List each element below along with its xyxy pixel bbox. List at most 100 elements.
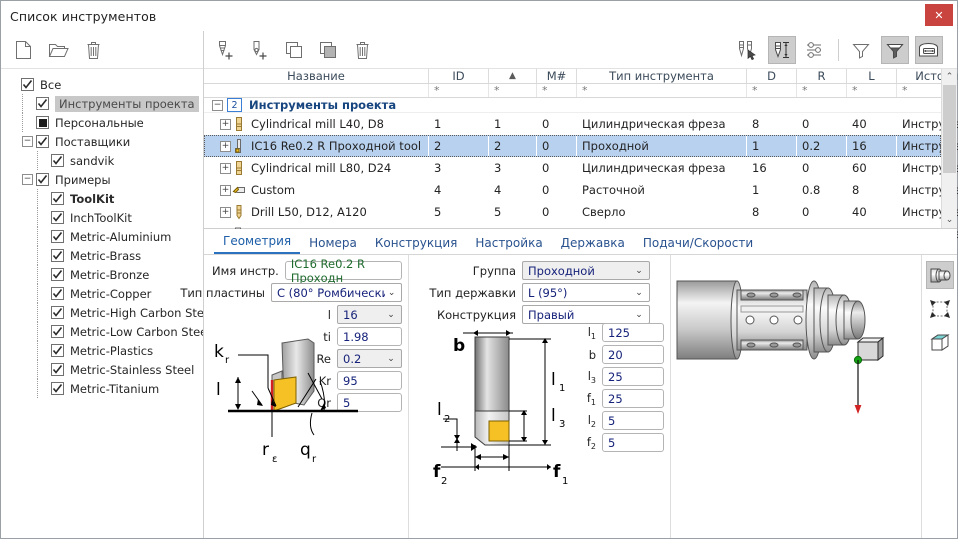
filter-cell-mnum[interactable]: * — [537, 84, 577, 97]
tree-checkbox[interactable] — [51, 306, 64, 319]
tree-checkbox[interactable] — [21, 78, 34, 91]
tree-checkbox[interactable] — [51, 287, 64, 300]
tree-item-metric-bronze[interactable]: Metric-Bronze — [7, 265, 203, 284]
tree-item-[interactable]: Инструменты проекта — [7, 94, 203, 113]
tab-настройка[interactable]: Настройка — [466, 236, 551, 254]
filter-cell-id[interactable]: * — [429, 84, 489, 97]
tree-expander[interactable]: − — [22, 136, 33, 147]
grid-vertical-scrollbar[interactable]: ⌃ ⌄ — [941, 69, 957, 228]
tree-item-metric-high-carbon-steel[interactable]: Metric-High Carbon Steel — [7, 303, 203, 322]
column-header-r[interactable]: R — [797, 69, 847, 83]
tree-checkbox[interactable] — [36, 135, 49, 148]
column-header-type[interactable]: Тип инструмента — [577, 69, 747, 83]
tree-item-sandvik[interactable]: sandvik — [7, 151, 203, 170]
l2-input[interactable]: 5 — [602, 411, 664, 430]
filter-cell-name[interactable] — [204, 84, 429, 97]
row-expander[interactable]: + — [220, 163, 231, 174]
insert-type-select[interactable]: C (80° Ромбический ⌄ — [271, 283, 402, 302]
table-row[interactable]: +Custom440Расточной10.88Инструмент… — [204, 179, 941, 201]
tree-checkbox[interactable] — [51, 154, 64, 167]
table-row[interactable]: +Cylindrical mill L80, D24330Цилиндричес… — [204, 157, 941, 179]
tree-checkbox[interactable] — [51, 192, 64, 205]
close-button[interactable]: ✕ — [925, 4, 953, 26]
tree-item-metric-low-carbon-steel[interactable]: Metric-Low Carbon Steel — [7, 322, 203, 341]
tool-3d-preview[interactable] — [671, 255, 921, 538]
filter-cell-d[interactable]: * — [747, 84, 797, 97]
tree-checkbox[interactable] — [36, 173, 49, 186]
f2-input[interactable]: 5 — [602, 433, 664, 452]
row-expander[interactable]: + — [220, 207, 231, 218]
tab-державка[interactable]: Державка — [552, 236, 634, 254]
filter-empty-icon[interactable] — [847, 36, 875, 64]
tree-item-[interactable]: Все — [7, 75, 203, 94]
tree-item-[interactable]: −Примеры — [7, 170, 203, 189]
add-turn-tool-icon[interactable] — [246, 36, 274, 64]
f1-input[interactable]: 25 — [602, 389, 664, 408]
tab-номера[interactable]: Номера — [300, 236, 366, 254]
group-select[interactable]: Проходной ⌄ — [522, 261, 650, 280]
row-expander[interactable]: + — [220, 185, 231, 196]
tree-checkbox[interactable] — [36, 116, 49, 129]
delete-trash-icon[interactable] — [79, 36, 107, 64]
filter-filled-icon[interactable] — [881, 36, 909, 64]
tab-конструкция[interactable]: Конструкция — [366, 236, 466, 254]
tree-item-inchtoolkit[interactable]: InchToolKit — [7, 208, 203, 227]
new-file-icon[interactable] — [9, 36, 37, 64]
tree-item-[interactable]: −Поставщики — [7, 132, 203, 151]
select-tool-icon[interactable] — [734, 36, 762, 64]
scroll-track[interactable] — [942, 173, 957, 212]
toolbox-icon[interactable] — [915, 36, 943, 64]
tree-item-metric-brass[interactable]: Metric-Brass — [7, 246, 203, 265]
tree-item-metric-copper[interactable]: Metric-Copper — [7, 284, 203, 303]
column-header-l[interactable]: L — [847, 69, 897, 83]
filter-cell-r[interactable]: * — [797, 84, 847, 97]
view-box-icon[interactable] — [926, 329, 954, 357]
add-mill-tool-icon[interactable] — [212, 36, 240, 64]
filter-cell-sort[interactable]: * — [489, 84, 537, 97]
tree-expander[interactable]: − — [22, 174, 33, 185]
tree-checkbox[interactable] — [51, 325, 64, 338]
group-expander[interactable]: − — [212, 100, 223, 111]
tree-item-metric-titanium[interactable]: Metric-Titanium — [7, 379, 203, 398]
column-header-name[interactable]: Название — [204, 69, 429, 83]
tab-подачи-скорости[interactable]: Подачи/Скорости — [634, 236, 762, 254]
tree-checkbox[interactable] — [51, 363, 64, 376]
tree-checkbox[interactable] — [51, 382, 64, 395]
filter-cell-type[interactable]: * — [577, 84, 747, 97]
scroll-down-arrow[interactable]: ⌄ — [942, 212, 957, 228]
construction-select[interactable]: Правый ⌄ — [522, 305, 650, 324]
tab-геометрия[interactable]: Геометрия — [214, 234, 300, 254]
delete-trash-icon[interactable] — [348, 36, 376, 64]
open-folder-icon[interactable] — [44, 36, 72, 64]
tree-item-[interactable]: Персональные — [7, 113, 203, 132]
paste-icon[interactable] — [314, 36, 342, 64]
table-group-row[interactable]: − 2 Инструменты проекта — [204, 98, 941, 113]
tree-checkbox[interactable] — [36, 97, 49, 110]
holder-type-select[interactable]: L (95°) ⌄ — [522, 283, 650, 302]
tree-item-metric-aluminium[interactable]: Metric-Aluminium — [7, 227, 203, 246]
tree-checkbox[interactable] — [51, 249, 64, 262]
tool-name-input[interactable]: IC16 Re0.2 R Проходн — [285, 261, 402, 280]
l1-input[interactable]: 125 — [602, 323, 664, 342]
table-row[interactable]: +IC16 Re0.2 R Проходной tool220Проходной… — [204, 135, 941, 157]
filter-cell-l[interactable]: * — [847, 84, 897, 97]
tree-checkbox[interactable] — [51, 344, 64, 357]
table-row[interactable]: +Drill L50, D12, A120550Сверло8040Инстру… — [204, 201, 941, 223]
settings-sliders-icon[interactable] — [802, 36, 830, 64]
column-header-id[interactable]: ID — [429, 69, 489, 83]
row-expander[interactable]: + — [220, 119, 231, 130]
view-fit-icon[interactable] — [926, 295, 954, 323]
l-select[interactable]: 16 ⌄ — [337, 305, 402, 324]
tree-checkbox[interactable] — [51, 230, 64, 243]
tree-checkbox[interactable] — [51, 211, 64, 224]
scroll-thumb[interactable] — [943, 85, 956, 173]
tree-item-toolkit[interactable]: ToolKit — [7, 189, 203, 208]
row-expander[interactable]: + — [220, 141, 231, 152]
copy-icon[interactable] — [280, 36, 308, 64]
table-row[interactable]: +Cylindrical mill L40, D8110Цилиндрическ… — [204, 113, 941, 135]
tree-item-metric-stainless-steel[interactable]: Metric-Stainless Steel — [7, 360, 203, 379]
column-header-mnum[interactable]: M# — [537, 69, 577, 83]
b-input[interactable]: 20 — [602, 345, 664, 364]
column-header-d[interactable]: D — [747, 69, 797, 83]
column-header-sort[interactable]: ▲ — [489, 69, 537, 83]
